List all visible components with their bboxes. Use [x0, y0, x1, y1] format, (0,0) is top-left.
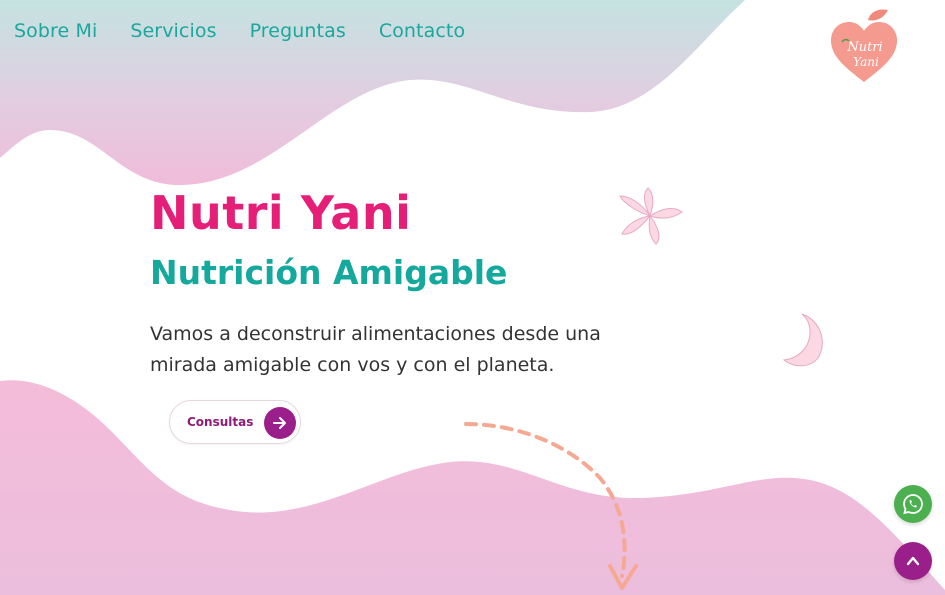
nav-link-contacto[interactable]: Contacto: [379, 20, 465, 42]
hero-subtitle: Nutrición Amigable: [150, 253, 508, 292]
hero-description: Vamos a deconstruir alimentaciones desde…: [150, 323, 601, 376]
logo[interactable]: Nutri Yani: [826, 6, 902, 86]
main-nav: Sobre Mi Servicios Preguntas Contacto: [14, 20, 498, 42]
arrow-right-icon: [264, 407, 296, 439]
whatsapp-button[interactable]: [894, 485, 932, 523]
logo-leaf-icon: [868, 9, 888, 21]
nav-link-sobre-mi[interactable]: Sobre Mi: [14, 20, 97, 42]
logo-text-line1: Nutri: [846, 40, 882, 55]
logo-text-line2: Yani: [853, 55, 879, 69]
whatsapp-icon: [903, 494, 923, 515]
hero-title: Nutri Yani: [150, 186, 412, 240]
consultas-button[interactable]: Consultas: [169, 400, 301, 444]
nav-link-preguntas[interactable]: Preguntas: [250, 20, 346, 42]
flower-icon: [619, 187, 683, 245]
nav-link-servicios[interactable]: Servicios: [130, 20, 216, 42]
moon-icon: [782, 313, 823, 367]
consultas-button-label: Consultas: [187, 415, 254, 429]
chevron-up-icon: [906, 556, 920, 566]
dashed-arrow-icon: [464, 422, 638, 590]
scroll-to-top-button[interactable]: [894, 542, 932, 580]
